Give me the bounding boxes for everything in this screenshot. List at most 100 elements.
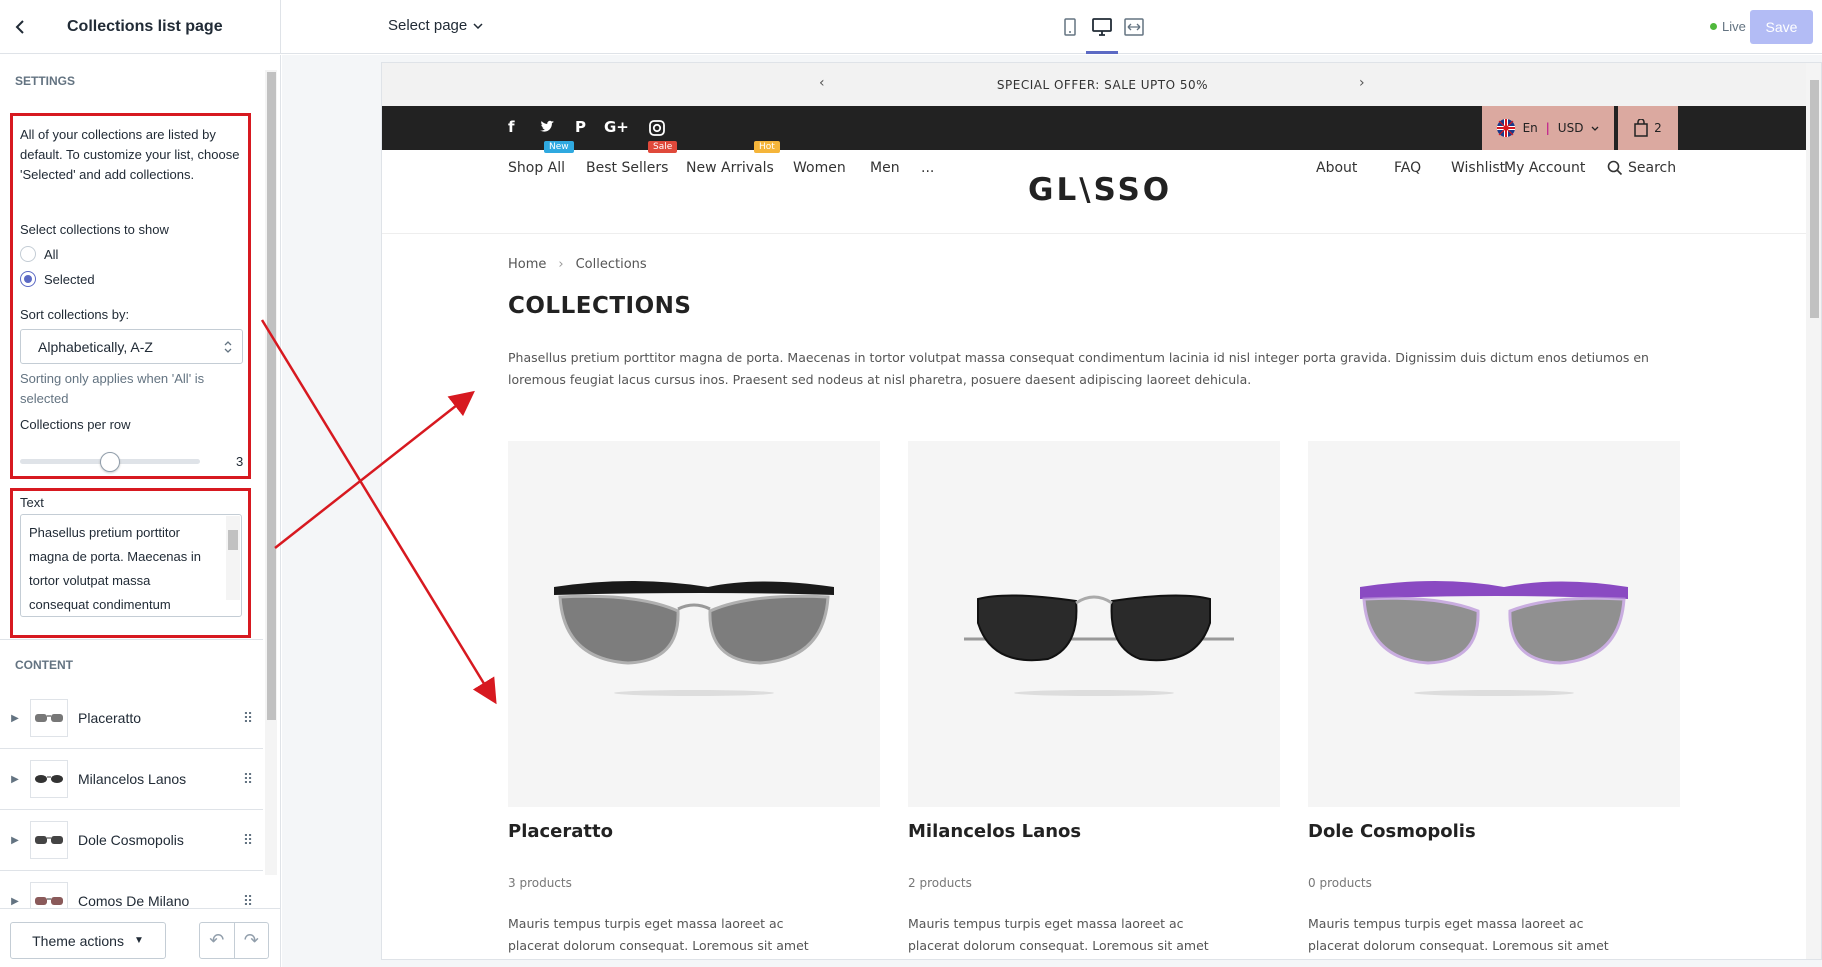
badge-sale: Sale <box>648 141 678 153</box>
collection-card-image[interactable] <box>1308 441 1680 807</box>
collections-title: COLLECTIONS <box>508 293 692 319</box>
mobile-icon[interactable] <box>1058 10 1082 44</box>
nav-search[interactable]: Search <box>1607 160 1676 176</box>
collection-description: Mauris tempus turpis eget massa laoreet … <box>908 916 1209 953</box>
settings-intro: All of your collections are listed by de… <box>20 127 240 182</box>
drag-handle-icon[interactable]: ⠿ <box>233 832 263 849</box>
content-item-label: Dole Cosmopolis <box>78 832 184 848</box>
facebook-icon[interactable]: f <box>508 118 515 136</box>
live-dot-icon <box>1710 23 1717 30</box>
sort-label: Sort collections by: <box>20 307 130 322</box>
radio-circle-checked[interactable] <box>20 271 36 287</box>
nav-shop-all[interactable]: Shop All <box>508 160 565 176</box>
live-label: Live <box>1722 19 1746 34</box>
collection-title[interactable]: Placeratto <box>508 821 613 842</box>
nav-about[interactable]: About <box>1316 160 1357 176</box>
sort-help-text: Sorting only applies when 'All' is selec… <box>20 371 205 406</box>
theme-actions-button[interactable]: Theme actions ▼ <box>10 922 166 959</box>
collection-description: Mauris tempus turpis eget massa laoreet … <box>508 916 809 953</box>
device-switcher <box>1058 10 1146 54</box>
chevron-down-icon <box>473 22 483 29</box>
expand-arrow-icon[interactable]: ▶ <box>0 896 30 907</box>
settings-heading: SETTINGS <box>15 74 76 88</box>
theme-actions-label: Theme actions <box>32 932 124 949</box>
collection-count: 2 products <box>908 876 972 890</box>
text-area-content: Phasellus pretium porttitor magna de por… <box>29 525 201 612</box>
collection-description: Mauris tempus turpis eget massa laoreet … <box>1308 916 1609 953</box>
pinterest-icon[interactable]: P <box>575 118 586 136</box>
undo-icon[interactable]: ↶ <box>200 923 235 958</box>
radio-selected-label: Selected <box>44 271 95 287</box>
collection-card-image[interactable] <box>508 441 880 807</box>
nav-my-account[interactable]: My Account <box>1504 160 1585 176</box>
collection-title[interactable]: Milancelos Lanos <box>908 821 1081 842</box>
nav-wishlist[interactable]: Wishlist <box>1451 160 1505 176</box>
google-plus-icon[interactable]: G+ <box>604 118 629 136</box>
radio-all[interactable]: All <box>20 242 58 266</box>
drag-handle-icon[interactable]: ⠿ <box>233 893 263 910</box>
chevron-right-icon: › <box>558 257 564 272</box>
chevron-left-icon[interactable] <box>0 0 40 54</box>
nav-best-sellers[interactable]: Best Sellers <box>586 160 668 176</box>
fullscreen-icon[interactable] <box>1122 10 1146 44</box>
search-icon <box>1607 160 1623 176</box>
sunglasses-image <box>964 594 1234 696</box>
chevron-right-icon[interactable]: › <box>1359 75 1365 91</box>
nav-faq[interactable]: FAQ <box>1394 160 1421 176</box>
store-logo[interactable]: GL\SSO <box>1028 172 1172 208</box>
content-item-placeratto[interactable]: ▶ Placeratto ⠿ <box>0 688 263 749</box>
desktop-icon[interactable] <box>1086 10 1118 54</box>
chevron-left-icon[interactable]: ‹ <box>819 75 825 91</box>
radio-all-label: All <box>44 246 59 262</box>
sunglasses-image <box>554 581 834 696</box>
badge-new: New <box>544 141 574 153</box>
nav-new-arrivals[interactable]: New Arrivals <box>686 160 774 176</box>
language-label: En <box>1522 121 1538 135</box>
text-label: Text <box>20 495 44 510</box>
expand-arrow-icon[interactable]: ▶ <box>0 713 30 724</box>
collection-card-image[interactable] <box>908 441 1280 807</box>
instagram-icon[interactable] <box>649 120 665 136</box>
expand-arrow-icon[interactable]: ▶ <box>0 774 30 785</box>
nav-men[interactable]: Men <box>870 160 900 176</box>
preview-scrollbar-thumb[interactable] <box>1810 80 1819 318</box>
expand-arrow-icon[interactable]: ▶ <box>0 835 30 846</box>
select-page-label: Select page <box>388 17 468 34</box>
live-status: Live <box>1710 19 1746 34</box>
content-item-milancelos[interactable]: ▶ Milancelos Lanos ⠿ <box>0 749 263 810</box>
search-label: Search <box>1628 160 1677 176</box>
content-item-label: Milancelos Lanos <box>78 771 187 787</box>
collection-count: 0 products <box>1308 876 1372 890</box>
chevron-down-icon <box>1591 126 1599 131</box>
breadcrumb-home[interactable]: Home <box>508 257 546 272</box>
collections-description: Phasellus pretium porttitor magna de por… <box>508 350 1649 387</box>
badge-hot: Hot <box>754 141 780 153</box>
per-row-value: 3 <box>236 454 244 469</box>
sidebar-header: Collections list page <box>0 0 281 54</box>
redo-icon[interactable]: ↷ <box>235 923 269 958</box>
glasses-thumbnail <box>30 699 68 737</box>
sidebar-scrollbar-thumb[interactable] <box>267 72 276 720</box>
select-arrows-icon <box>224 341 232 353</box>
sort-select[interactable]: Alphabetically, A-Z <box>20 329 243 364</box>
collection-title[interactable]: Dole Cosmopolis <box>1308 821 1476 842</box>
social-bar: f P G+ En | USD 2 <box>382 106 1821 150</box>
twitter-icon[interactable] <box>539 120 555 134</box>
radio-selected[interactable]: Selected <box>20 267 95 291</box>
drag-handle-icon[interactable]: ⠿ <box>233 710 263 727</box>
select-page-dropdown[interactable]: Select page <box>388 17 483 34</box>
radio-circle[interactable] <box>20 246 36 262</box>
nav-more[interactable]: ... <box>921 160 934 176</box>
cart-button[interactable]: 2 <box>1618 106 1678 150</box>
content-item-dole[interactable]: ▶ Dole Cosmopolis ⠿ <box>0 810 263 871</box>
language-currency-selector[interactable]: En | USD <box>1482 106 1614 150</box>
drag-handle-icon[interactable]: ⠿ <box>233 771 263 788</box>
nav-women[interactable]: Women <box>793 160 846 176</box>
select-collections-label: Select collections to show <box>20 222 169 237</box>
currency-label: USD <box>1557 121 1584 135</box>
text-area[interactable]: Phasellus pretium porttitor magna de por… <box>20 514 242 617</box>
text-area-scrollbar[interactable] <box>226 516 240 600</box>
per-row-slider-knob[interactable] <box>100 452 120 472</box>
save-button[interactable]: Save <box>1750 10 1813 44</box>
collection-count: 3 products <box>508 876 572 890</box>
